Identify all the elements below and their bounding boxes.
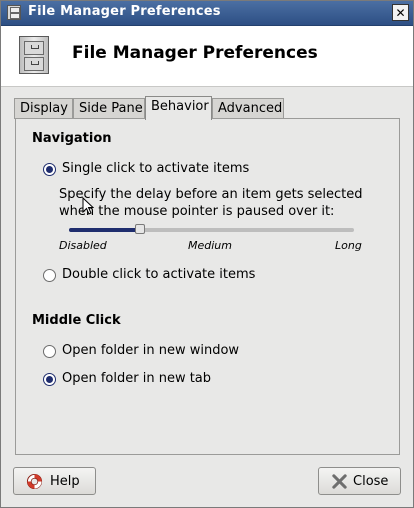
window-title: File Manager Preferences	[28, 4, 221, 19]
help-button[interactable]: Help	[13, 467, 96, 495]
lifebuoy-icon	[26, 473, 43, 490]
open-new-tab-radio[interactable]	[43, 373, 56, 386]
delay-description-line1: Specify the delay before an item gets se…	[59, 187, 363, 202]
file-cabinet-icon	[19, 36, 49, 74]
single-click-label[interactable]: Single click to activate items	[62, 161, 249, 176]
double-click-label[interactable]: Double click to activate items	[62, 267, 255, 282]
navigation-heading: Navigation	[32, 131, 112, 146]
window-close-button[interactable]: ✕	[392, 4, 409, 21]
slider-max-label: Long	[335, 239, 362, 252]
delay-description: Specify the delay before an item gets se…	[59, 186, 363, 220]
tab-behavior[interactable]: Behavior	[145, 96, 212, 120]
title-bar[interactable]: File Manager Preferences ✕	[1, 1, 413, 26]
slider-mid-label: Medium	[188, 239, 232, 252]
delay-slider-fill	[69, 228, 141, 232]
preferences-window: File Manager Preferences ✕ File Manager …	[0, 0, 414, 508]
close-button-label: Close	[353, 474, 389, 489]
delay-slider-handle[interactable]	[135, 224, 146, 234]
dialog-header: File Manager Preferences	[1, 26, 413, 87]
single-click-radio[interactable]	[43, 163, 56, 176]
header-title: File Manager Preferences	[72, 43, 318, 63]
slider-min-label: Disabled	[59, 239, 107, 252]
close-button[interactable]: Close	[318, 467, 401, 495]
open-new-window-label[interactable]: Open folder in new window	[62, 343, 239, 358]
open-new-tab-label[interactable]: Open folder in new tab	[62, 371, 211, 386]
close-x-icon	[332, 474, 347, 489]
open-new-window-radio[interactable]	[43, 345, 56, 358]
behavior-panel: Navigation Single click to activate item…	[15, 118, 400, 455]
tab-side-pane[interactable]: Side Pane	[73, 98, 145, 119]
delay-slider[interactable]	[69, 224, 354, 234]
tab-display[interactable]: Display	[14, 98, 73, 119]
middle-click-heading: Middle Click	[32, 313, 121, 328]
mouse-pointer-icon	[82, 197, 94, 215]
tab-advanced[interactable]: Advanced	[212, 98, 284, 119]
help-button-label: Help	[50, 474, 80, 489]
double-click-radio[interactable]	[43, 269, 56, 282]
file-cabinet-icon	[7, 5, 21, 20]
delay-description-line2: when the mouse pointer is paused over it…	[59, 204, 335, 219]
